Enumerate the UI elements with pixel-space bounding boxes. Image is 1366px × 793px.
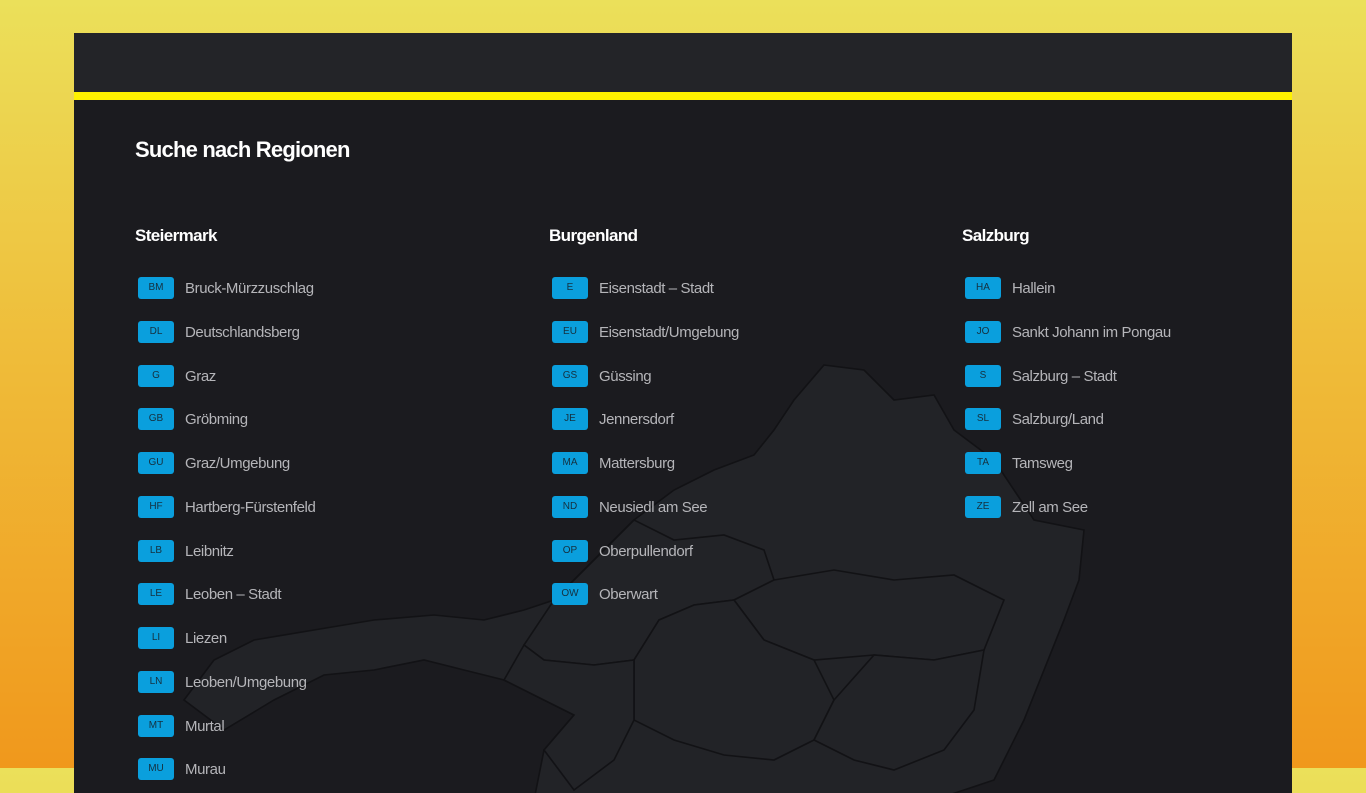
district-name: Jennersdorf bbox=[599, 410, 674, 428]
district-code-badge: JE bbox=[552, 408, 588, 430]
district-code-badge: EU bbox=[552, 321, 588, 343]
district-code-badge: E bbox=[552, 277, 588, 299]
district-link-gb[interactable]: GB Gröbming bbox=[135, 407, 248, 431]
district-code-badge: JO bbox=[965, 321, 1001, 343]
district-link-gs[interactable]: GS Güssing bbox=[549, 364, 652, 388]
district-name: Güssing bbox=[599, 367, 652, 385]
district-code-badge: S bbox=[965, 365, 1001, 387]
region-column-salzburg: Salzburg HA Hallein JO Sankt Johann im Pon… bbox=[962, 226, 1292, 518]
district-code-badge: OP bbox=[552, 540, 588, 562]
district-code-badge: HA bbox=[965, 277, 1001, 299]
district-link-ow[interactable]: OW Oberwart bbox=[549, 582, 658, 606]
district-code-badge: GU bbox=[138, 452, 174, 474]
district-code-badge: LE bbox=[138, 583, 174, 605]
district-link-ze[interactable]: ZE Zell am See bbox=[962, 495, 1088, 519]
region-column-steiermark: Steiermark BM Bruck-Mürzzuschlag DL Deutsc… bbox=[135, 226, 495, 780]
district-name: Eisenstadt – Stadt bbox=[599, 279, 714, 297]
page-title: Suche nach Regionen bbox=[135, 137, 350, 162]
district-link-mt[interactable]: MT Murtal bbox=[135, 714, 225, 738]
district-link-bm[interactable]: BM Bruck-Mürzzuschlag bbox=[135, 276, 314, 300]
district-name: Murtal bbox=[185, 717, 225, 735]
district-name: Hartberg-Fürstenfeld bbox=[185, 498, 316, 516]
district-name: Neusiedl am See bbox=[599, 498, 708, 516]
district-name: Bruck-Mürzzuschlag bbox=[185, 279, 314, 297]
district-name: Gröbming bbox=[185, 410, 248, 428]
district-name: Sankt Johann im Pongau bbox=[1012, 323, 1171, 341]
district-link-nd[interactable]: ND Neusiedl am See bbox=[549, 495, 708, 519]
district-name: Hallein bbox=[1012, 279, 1056, 297]
district-code-badge: OW bbox=[552, 583, 588, 605]
district-code-badge: LB bbox=[138, 540, 174, 562]
district-name: Tamsweg bbox=[1012, 454, 1073, 472]
district-link-op[interactable]: OP Oberpullendorf bbox=[549, 539, 693, 563]
district-name: Oberpullendorf bbox=[599, 542, 693, 560]
district-code-badge: MA bbox=[552, 452, 588, 474]
top-bar bbox=[74, 33, 1292, 92]
district-code-badge: DL bbox=[138, 321, 174, 343]
district-link-eu[interactable]: EU Eisenstadt/Umgebung bbox=[549, 320, 739, 344]
district-name: Leoben/Umgebung bbox=[185, 673, 307, 691]
district-name: Graz/Umgebung bbox=[185, 454, 290, 472]
district-link-ma[interactable]: MA Mattersburg bbox=[549, 451, 675, 475]
district-name: Salzburg/Land bbox=[1012, 410, 1104, 428]
accent-stripe bbox=[74, 92, 1292, 100]
district-link-dl[interactable]: DL Deutschlandsberg bbox=[135, 320, 300, 344]
district-link-le[interactable]: LE Leoben – Stadt bbox=[135, 582, 282, 606]
district-code-badge: ND bbox=[552, 496, 588, 518]
district-name: Mattersburg bbox=[599, 454, 675, 472]
district-code-badge: HF bbox=[138, 496, 174, 518]
district-code-badge: GB bbox=[138, 408, 174, 430]
district-link-gu[interactable]: GU Graz/Umgebung bbox=[135, 451, 290, 475]
district-link-ln[interactable]: LN Leoben/Umgebung bbox=[135, 670, 307, 694]
district-code-badge: MU bbox=[138, 758, 174, 780]
district-link-lb[interactable]: LB Leibnitz bbox=[135, 539, 234, 563]
district-link-sl[interactable]: SL Salzburg/Land bbox=[962, 407, 1104, 431]
district-link-hf[interactable]: HF Hartberg-Fürstenfeld bbox=[135, 495, 316, 519]
district-link-ta[interactable]: TA Tamsweg bbox=[962, 451, 1073, 475]
district-link-jo[interactable]: JO Sankt Johann im Pongau bbox=[962, 320, 1171, 344]
district-code-badge: LN bbox=[138, 671, 174, 693]
district-name: Murau bbox=[185, 760, 226, 778]
district-name: Liezen bbox=[185, 629, 227, 647]
regions-panel: Suche nach Regionen Steiermark BM Bruck-M… bbox=[74, 33, 1292, 793]
district-code-badge: LI bbox=[138, 627, 174, 649]
district-link-g[interactable]: G Graz bbox=[135, 364, 216, 388]
district-link-mu[interactable]: MU Murau bbox=[135, 757, 226, 781]
district-name: Oberwart bbox=[599, 585, 658, 603]
district-code-badge: GS bbox=[552, 365, 588, 387]
district-link-je[interactable]: JE Jennersdorf bbox=[549, 407, 674, 431]
district-code-badge: TA bbox=[965, 452, 1001, 474]
district-code-badge: MT bbox=[138, 715, 174, 737]
district-link-ha[interactable]: HA Hallein bbox=[962, 276, 1055, 300]
district-link-s[interactable]: S Salzburg – Stadt bbox=[962, 364, 1117, 388]
district-name: Zell am See bbox=[1012, 498, 1088, 516]
region-column-burgenland: Burgenland E Eisenstadt – Stadt EU Eisenst… bbox=[549, 226, 909, 605]
district-name: Deutschlandsberg bbox=[185, 323, 300, 341]
district-name: Leoben – Stadt bbox=[185, 585, 282, 603]
district-name: Leibnitz bbox=[185, 542, 234, 560]
district-name: Salzburg – Stadt bbox=[1012, 367, 1117, 385]
district-name: Eisenstadt/Umgebung bbox=[599, 323, 739, 341]
district-code-badge: SL bbox=[965, 408, 1001, 430]
district-link-e[interactable]: E Eisenstadt – Stadt bbox=[549, 276, 714, 300]
district-name: Graz bbox=[185, 367, 216, 385]
region-column-title: Burgenland bbox=[549, 226, 638, 245]
district-code-badge: ZE bbox=[965, 496, 1001, 518]
district-code-badge: BM bbox=[138, 277, 174, 299]
region-column-title: Salzburg bbox=[962, 226, 1030, 245]
region-column-title: Steiermark bbox=[135, 226, 217, 245]
district-code-badge: G bbox=[138, 365, 174, 387]
district-link-li[interactable]: LI Liezen bbox=[135, 626, 227, 650]
